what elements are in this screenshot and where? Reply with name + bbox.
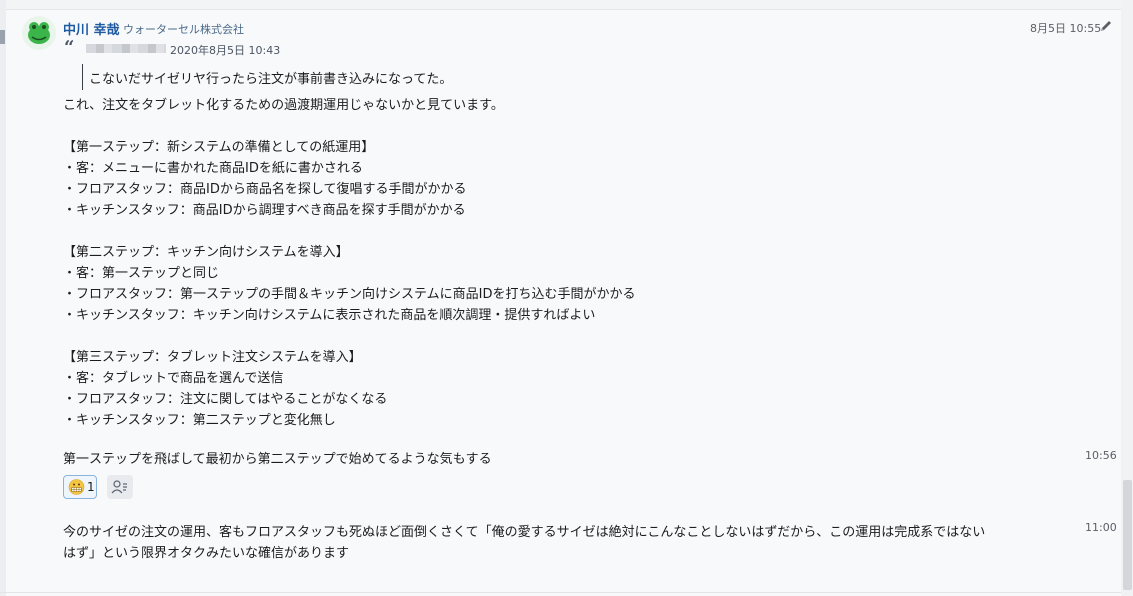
message-line: 【第二ステップ：キッチン向けシステムを導入】 xyxy=(63,245,349,260)
message-line: ・客：タブレットで商品を選んで送信 xyxy=(63,371,284,386)
reaction-pill[interactable]: 1 xyxy=(63,475,97,499)
quoted-author-redacted xyxy=(86,44,166,53)
quote-date[interactable]: 2020年8月5日 10:43 xyxy=(170,42,280,58)
message-line: ・客：メニューに書かれた商品IDを紙に書かされる xyxy=(63,161,363,176)
followup-timestamp[interactable]: 11:00 xyxy=(1085,521,1117,534)
message-line: ・フロアスタッフ：商品IDから商品名を探して復唱する手間がかかる xyxy=(63,182,467,197)
avatar[interactable] xyxy=(22,16,56,50)
left-scrollbar[interactable] xyxy=(0,0,6,596)
followup-message: 第一ステップを飛ばして最初から第二ステップで始めてるような気もする xyxy=(63,452,492,467)
add-reaction-button[interactable] xyxy=(107,475,133,499)
message-line: 【第一ステップ：新システムの準備としての紙運用】 xyxy=(63,140,375,155)
followup-timestamp[interactable]: 10:56 xyxy=(1085,449,1117,462)
reaction-count: 1 xyxy=(87,480,95,494)
message-line: ・客：第一ステップと同じ xyxy=(63,266,220,281)
grimacing-face-icon xyxy=(68,479,85,495)
quote-text: こないだサイゼリヤ行ったら注文が事前書き込みになってた。 xyxy=(89,72,453,87)
message-line: ・フロアスタッフ：第一ステップの手間＆キッチン向けシステムに商品IDを打ち込む手… xyxy=(63,287,636,302)
user-list-icon xyxy=(111,480,127,494)
quote-bar xyxy=(82,64,83,90)
scrollbar-thumb[interactable] xyxy=(1123,480,1132,590)
message-line: 【第三ステップ：タブレット注文システムを導入】 xyxy=(63,350,362,365)
followup-message-cont: はず」という限界オタクみたいな確信があります xyxy=(63,546,350,561)
message-line: これ、注文をタブレット化するための過渡期運用じゃないかと見ています。 xyxy=(63,98,504,113)
author-company: ウォーターセル株式会社 xyxy=(123,23,244,36)
message-line: ・キッチンスタッフ：商品IDから調理すべき商品を探す手間がかかる xyxy=(63,203,466,218)
frog-avatar-icon xyxy=(28,22,50,44)
quote-icon: “ xyxy=(64,37,75,58)
message-line: ・キッチンスタッフ：キッチン向けシステムに表示された商品を順次調理・提供すればよ… xyxy=(63,308,596,323)
message-line: ・キッチンスタッフ：第二ステップと変化無し xyxy=(63,413,336,428)
bottom-divider xyxy=(0,592,1121,593)
message-line: ・フロアスタッフ：注文に関してはやることがなくなる xyxy=(63,392,388,407)
top-divider xyxy=(0,0,1133,10)
pencil-icon[interactable] xyxy=(1099,19,1113,33)
followup-message: 今のサイゼの注文の運用、客もフロアスタッフも死ぬほど面倒くさくて「俺の愛するサイ… xyxy=(63,525,986,540)
message-timestamp[interactable]: 8月5日 10:55 xyxy=(1030,20,1101,36)
scrollbar[interactable] xyxy=(1121,0,1133,596)
author-name[interactable]: 中川 幸哉 xyxy=(63,19,120,38)
left-scrollbar-thumb[interactable] xyxy=(0,30,5,44)
